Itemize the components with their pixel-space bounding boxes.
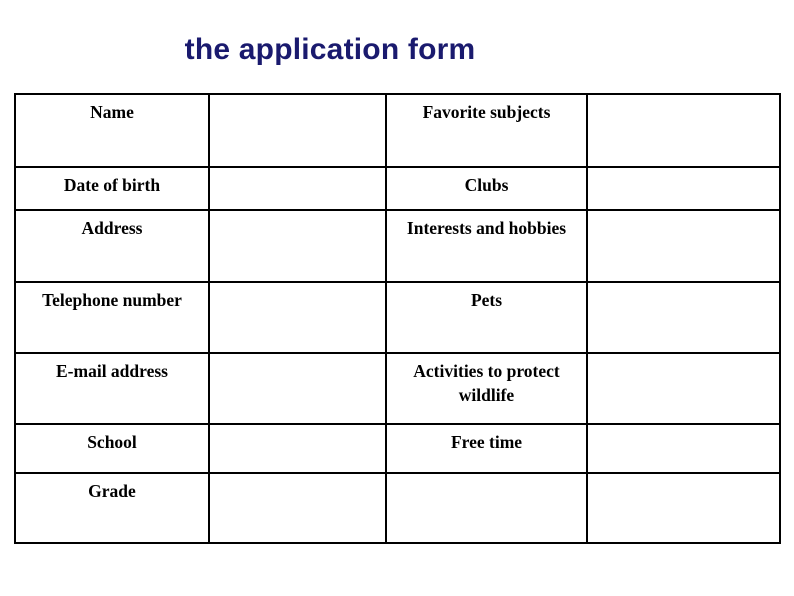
row-label-right-text: Free time — [450, 432, 523, 452]
row-value-right-text — [588, 283, 779, 289]
row-value-right-text — [588, 354, 779, 360]
row-label-right: Clubs — [385, 166, 588, 211]
row-label-right-text: Activities to protect wildlife — [413, 361, 560, 405]
table-row: E-mail address Activities to protect wild… — [14, 352, 781, 425]
application-form-body: Name Favorite subjects Date of birth Clubs A… — [14, 93, 781, 544]
row-value-left[interactable] — [208, 166, 387, 211]
row-value-left-text — [210, 211, 385, 217]
row-value-right[interactable] — [586, 166, 781, 211]
row-label-left: Telephone number — [14, 281, 210, 354]
row-value-left[interactable] — [208, 209, 387, 283]
row-value-left[interactable] — [208, 472, 387, 544]
row-value-left-text — [210, 474, 385, 480]
row-value-right-text — [588, 95, 779, 101]
row-label-right: Activities to protect wildlife — [385, 352, 588, 425]
row-label-right — [385, 472, 588, 544]
row-value-left-text — [210, 354, 385, 360]
row-label-right-text: Pets — [470, 290, 503, 310]
row-value-right-text — [588, 474, 779, 480]
row-value-right[interactable] — [586, 209, 781, 283]
row-value-left-text — [210, 283, 385, 289]
row-label-left: Grade — [14, 472, 210, 544]
row-value-right-text — [588, 425, 779, 431]
row-label-right-text: Interests and hobbies — [406, 218, 567, 238]
page-title: the application form — [184, 33, 476, 66]
row-label-left: Address — [14, 209, 210, 283]
row-label-right: Favorite subjects — [385, 93, 588, 168]
row-label-left: School — [14, 423, 210, 474]
table-row: Grade — [14, 472, 781, 544]
row-value-left-text — [210, 425, 385, 431]
row-label-left-text: School — [87, 432, 137, 452]
row-label-right-text — [387, 474, 586, 479]
application-form-table: Name Favorite subjects Date of birth Clubs A… — [14, 93, 781, 544]
title-block: the application form — [0, 32, 660, 68]
row-label-left: Name — [14, 93, 210, 168]
row-value-left[interactable] — [208, 423, 387, 474]
table-row: School Free time — [14, 423, 781, 474]
row-value-right[interactable] — [586, 93, 781, 168]
row-label-left-text: Address — [81, 218, 143, 238]
table-row: Name Favorite subjects — [14, 93, 781, 168]
row-label-left-text: E-mail address — [56, 361, 168, 381]
row-label-left: E-mail address — [14, 352, 210, 425]
row-value-right-text — [588, 168, 779, 174]
row-value-left[interactable] — [208, 93, 387, 168]
row-label-left-text: Grade — [88, 481, 136, 501]
row-value-right[interactable] — [586, 472, 781, 544]
table-row: Date of birth Clubs — [14, 166, 781, 211]
row-label-right: Free time — [385, 423, 588, 474]
table-row: Telephone number Pets — [14, 281, 781, 354]
row-label-left-text: Name — [90, 102, 134, 122]
row-value-right-text — [588, 211, 779, 217]
slide-canvas: the application form Name Favorite subjec… — [0, 0, 794, 596]
row-label-right: Interests and hobbies — [385, 209, 588, 283]
row-label-right-text: Favorite subjects — [422, 102, 551, 122]
row-value-right[interactable] — [586, 423, 781, 474]
row-label-left-text: Date of birth — [63, 175, 161, 195]
row-value-left[interactable] — [208, 281, 387, 354]
table-row: Address Interests and hobbies — [14, 209, 781, 283]
row-value-right[interactable] — [586, 352, 781, 425]
row-label-right-text: Clubs — [464, 175, 509, 195]
row-value-right[interactable] — [586, 281, 781, 354]
row-label-left-text: Telephone number — [42, 290, 182, 310]
row-value-left-text — [210, 95, 385, 101]
row-label-left: Date of birth — [14, 166, 210, 211]
row-value-left-text — [210, 168, 385, 174]
row-label-right: Pets — [385, 281, 588, 354]
row-value-left[interactable] — [208, 352, 387, 425]
